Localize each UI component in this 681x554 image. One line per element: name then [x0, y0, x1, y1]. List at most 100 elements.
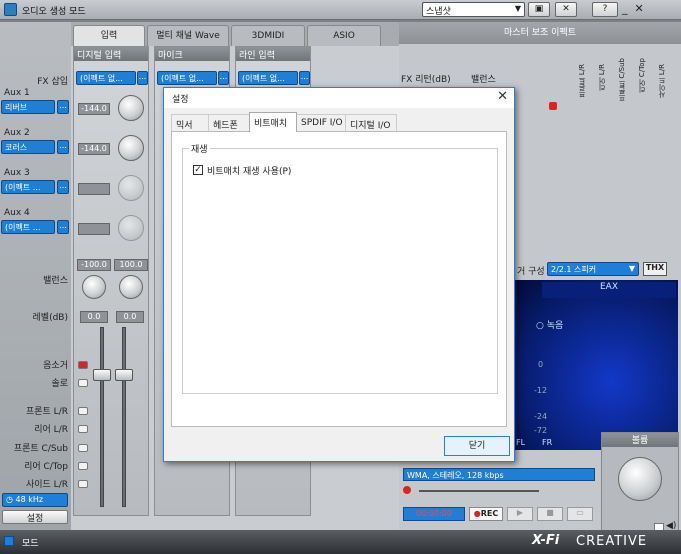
- tab-digital-io[interactable]: 디지털 I/O: [345, 114, 397, 132]
- strip-title: 마이크: [155, 47, 229, 61]
- balance-right-knob[interactable]: [119, 275, 143, 299]
- aux3-select[interactable]: (이펙트 ...: [1, 180, 55, 194]
- files-button[interactable]: ▭: [567, 507, 593, 521]
- dialog-title: 설정: [164, 88, 514, 108]
- mute-label: 음소거: [43, 361, 68, 371]
- aux1-more-button[interactable]: ...: [57, 100, 69, 114]
- strip-title: 라인 입력: [236, 47, 310, 61]
- aux2-select[interactable]: 코러스: [1, 140, 55, 154]
- aux1-label: Aux 1: [4, 88, 30, 98]
- route-front-csub-label: 프론트 C/Sub: [13, 444, 68, 454]
- master-volume-knob[interactable]: [618, 457, 662, 501]
- minimize-icon[interactable]: _: [622, 2, 628, 15]
- aux4-more-button[interactable]: ...: [57, 220, 69, 234]
- route-toggle[interactable]: [78, 444, 88, 452]
- save-preset-button[interactable]: ▣: [528, 2, 550, 17]
- thx-button[interactable]: THX: [643, 262, 667, 276]
- tab-asio[interactable]: ASIO: [307, 25, 381, 46]
- aux1-send-knob[interactable]: [118, 95, 144, 121]
- meter-fl-label: FL: [516, 438, 526, 447]
- aux4-select[interactable]: (이펙트 ...: [1, 220, 55, 234]
- clock-icon: ◷: [6, 495, 13, 504]
- tab-spdif-io[interactable]: SPDIF I/O: [296, 114, 346, 132]
- strip-fx-more-button[interactable]: ...: [137, 71, 148, 85]
- record-level-slider[interactable]: [419, 490, 539, 492]
- help-button[interactable]: ?: [592, 2, 618, 17]
- eax-display: EAX ○ 녹음 0 -12 -24 -72 FL FR: [512, 280, 678, 450]
- xfi-logo: X-Fi: [532, 533, 560, 548]
- preset-select[interactable]: 스냅샷 ▼: [422, 2, 525, 17]
- aux2-send-knob[interactable]: [118, 135, 144, 161]
- route-toggle[interactable]: [78, 462, 88, 470]
- playback-group-label: 재생: [189, 142, 210, 155]
- stop-button[interactable]: ■: [537, 507, 563, 521]
- meter-scale-24: -24: [534, 412, 548, 421]
- aux4-label: Aux 4: [4, 208, 30, 218]
- route-toggle[interactable]: [78, 407, 88, 415]
- aux3-send-readout: [78, 183, 110, 195]
- folder-icon: ▭: [576, 508, 584, 517]
- format-select[interactable]: WMA, 스테레오, 128 kbps: [403, 468, 595, 481]
- record-button[interactable]: ●REC: [469, 507, 503, 521]
- fader-right[interactable]: [115, 369, 133, 381]
- strip-fx-select[interactable]: (이펙트 없...: [238, 71, 298, 85]
- aux1-select[interactable]: 리버브: [1, 100, 55, 114]
- mode-button[interactable]: 모드: [22, 536, 39, 549]
- col-front-csub: 프론트 C/Sub: [618, 58, 626, 102]
- aux3-more-button[interactable]: ...: [57, 180, 69, 194]
- master-mute-indicator[interactable]: [549, 102, 557, 110]
- tab-3dmidi[interactable]: 3DMIDI: [231, 25, 305, 46]
- close-button[interactable]: 닫기: [444, 436, 510, 456]
- record-monitor-label: 녹음: [546, 321, 564, 331]
- chevron-down-icon: ▼: [514, 4, 521, 13]
- balance-left-knob[interactable]: [82, 275, 106, 299]
- aux4-send-knob[interactable]: [118, 215, 144, 241]
- col-rear-lr: 리어 L/R: [598, 64, 606, 92]
- col-side-lr: 사이드 L/R: [658, 64, 666, 99]
- route-side-lr-label: 사이드 L/R: [25, 480, 68, 490]
- strip-fx-select[interactable]: (이펙트 없...: [157, 71, 217, 85]
- fx-insert-label: FX 삽입: [37, 77, 68, 87]
- solo-toggle[interactable]: [78, 379, 88, 387]
- help-icon: ?: [602, 4, 608, 14]
- fader-left[interactable]: [93, 369, 111, 381]
- aux2-more-button[interactable]: ...: [57, 140, 69, 154]
- meter-fr-label: FR: [542, 438, 553, 447]
- play-icon: ▶: [516, 508, 524, 517]
- aux3-label: Aux 3: [4, 168, 30, 178]
- window-controls: _ ✕: [622, 2, 644, 15]
- play-button[interactable]: ▶: [507, 507, 533, 521]
- col-rear-ctop: 리어 C/Top: [638, 58, 646, 94]
- close-icon: ✕: [562, 4, 570, 14]
- aux1-send-readout: -144.0: [78, 103, 110, 115]
- mute-toggle[interactable]: [78, 361, 88, 369]
- delete-preset-button[interactable]: ✕: [555, 2, 577, 17]
- aux3-send-knob[interactable]: [118, 175, 144, 201]
- speaker-config-label: 거 구성: [517, 267, 545, 277]
- tab-mixer[interactable]: 믹서: [171, 114, 209, 132]
- bitmatch-checkbox-label[interactable]: 비트매치 재생 사용(P): [207, 164, 291, 177]
- volume-panel: 볼륨 ◀): [601, 432, 679, 544]
- record-icon: ●: [473, 509, 481, 518]
- strip-fx-more-button[interactable]: ...: [299, 71, 310, 85]
- creative-logo: CREATIVE: [576, 534, 648, 549]
- speaker-value: 2/2.1 스피커: [551, 265, 597, 274]
- speaker-select[interactable]: 2/2.1 스피커 ▼: [547, 262, 639, 276]
- route-toggle[interactable]: [78, 425, 88, 433]
- route-toggle[interactable]: [78, 480, 88, 488]
- dialog-close-icon[interactable]: ✕: [497, 89, 508, 104]
- samplerate-badge[interactable]: ◷ 48 kHz: [2, 493, 68, 507]
- title-bar: 오디오 생성 모드 스냅샷 ▼ ▣ ✕ ? _ ✕: [0, 0, 681, 20]
- strip-fx-more-button[interactable]: ...: [218, 71, 229, 85]
- tab-multichannel-wave[interactable]: 멀티 채널 Wave: [147, 25, 229, 46]
- bitmatch-checkbox[interactable]: ✓: [193, 165, 203, 175]
- balance-left-readout: -100.0: [77, 259, 111, 271]
- settings-button[interactable]: 설정: [2, 510, 68, 524]
- tab-headphone[interactable]: 헤드폰: [208, 114, 250, 132]
- strip-fx-select[interactable]: (이펙트 없...: [76, 71, 136, 85]
- left-panel: FX 삽입 Aux 1 리버브 ... Aux 2 코러스 ... Aux 3 …: [0, 22, 71, 530]
- record-monitor-toggle[interactable]: ○ 녹음: [536, 318, 563, 331]
- close-window-icon[interactable]: ✕: [635, 2, 644, 15]
- tab-input[interactable]: 입력: [73, 25, 145, 46]
- tab-bitmatch[interactable]: 비트매치: [249, 112, 297, 132]
